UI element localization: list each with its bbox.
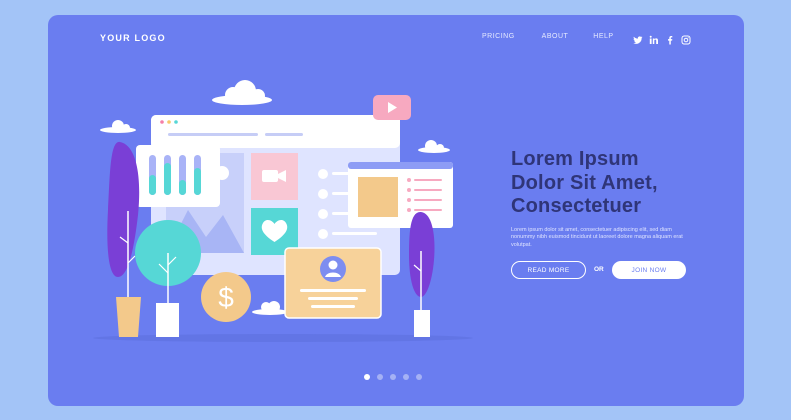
carousel-dot[interactable] (390, 374, 396, 380)
read-more-button[interactable]: READ MORE (511, 261, 586, 279)
hero-body-text: Lorem ipsum dolor sit amet, consectetuer… (511, 227, 683, 248)
carousel-dots (364, 374, 422, 380)
hero-title: Lorem Ipsum Dolor Sit Amet, Consectetuer (511, 148, 731, 219)
cloud-icon (252, 301, 288, 315)
hero-title-line: Consectetuer (511, 195, 642, 217)
hero-title-line: Dolor Sit Amet, (511, 171, 658, 194)
cloud-icon (100, 120, 136, 133)
carousel-dot[interactable] (377, 374, 383, 380)
hero-card: YOUR LOGO PRICING ABOUT HELP $ Lorem Ips… (48, 15, 744, 406)
carousel-dot[interactable] (403, 374, 409, 380)
carousel-dot[interactable] (364, 374, 370, 380)
bar-chart-card (136, 145, 220, 207)
svg-text:$: $ (218, 282, 234, 313)
join-now-button[interactable]: JOIN NOW (612, 261, 686, 279)
or-separator: OR (594, 266, 604, 273)
carousel-dot[interactable] (416, 374, 422, 380)
cloud-icon (212, 80, 272, 105)
cloud-icon (418, 140, 450, 153)
hero-title-line: Lorem Ipsum (511, 148, 639, 170)
